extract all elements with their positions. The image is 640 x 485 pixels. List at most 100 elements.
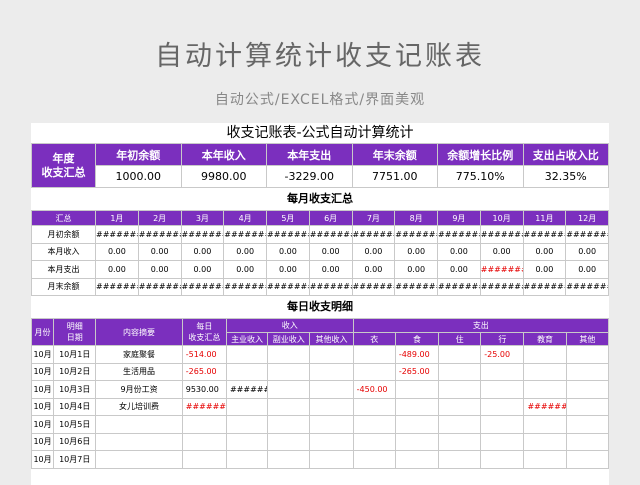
monthly-cell[interactable]: ######## [180, 225, 225, 244]
daily-cell[interactable]: 10月1日 [53, 345, 97, 364]
monthly-cell[interactable]: ######## [437, 277, 481, 296]
daily-cell[interactable] [352, 450, 396, 469]
summary-value[interactable]: 775.10% [437, 165, 524, 188]
monthly-cell[interactable]: ######## [351, 225, 396, 244]
daily-cell[interactable] [309, 432, 354, 451]
monthly-cell[interactable]: ######## [565, 277, 609, 296]
monthly-cell[interactable]: ######## [308, 225, 353, 244]
daily-cell[interactable] [309, 415, 354, 434]
summary-value[interactable]: -3229.00 [266, 165, 353, 188]
daily-cell[interactable] [225, 432, 269, 451]
daily-cell[interactable] [267, 450, 311, 469]
monthly-cell[interactable]: 0.00 [351, 260, 396, 279]
daily-cell[interactable]: 10月 [31, 397, 55, 416]
monthly-cell[interactable]: 0.00 [223, 242, 267, 261]
daily-cell[interactable]: 10月6日 [53, 432, 97, 451]
daily-cell[interactable] [394, 380, 440, 399]
daily-cell[interactable] [181, 432, 227, 451]
monthly-cell[interactable]: 0.00 [351, 242, 396, 261]
daily-cell[interactable] [394, 432, 440, 451]
daily-cell[interactable] [480, 380, 525, 399]
monthly-cell[interactable]: ######## [95, 225, 139, 244]
monthly-cell[interactable]: ######## [137, 277, 182, 296]
monthly-cell[interactable]: 0.00 [565, 242, 609, 261]
monthly-cell[interactable]: ######## [137, 225, 182, 244]
monthly-cell[interactable]: 0.00 [394, 242, 438, 261]
monthly-cell[interactable]: ######## [522, 277, 567, 296]
daily-cell[interactable] [394, 415, 440, 434]
monthly-cell[interactable]: 0.00 [565, 260, 609, 279]
daily-cell[interactable] [438, 345, 482, 364]
monthly-cell[interactable]: 0.00 [137, 242, 182, 261]
daily-cell[interactable] [352, 432, 396, 451]
monthly-cell[interactable]: 0.00 [266, 260, 310, 279]
daily-cell[interactable]: -514.00 [181, 345, 227, 364]
monthly-cell[interactable]: ######## [479, 225, 524, 244]
daily-cell[interactable] [267, 397, 311, 416]
daily-cell[interactable] [352, 415, 396, 434]
daily-cell[interactable]: 10月 [31, 415, 55, 434]
daily-cell[interactable] [352, 397, 396, 416]
monthly-cell[interactable]: ######## [180, 277, 225, 296]
daily-cell[interactable] [438, 397, 482, 416]
daily-cell[interactable] [438, 362, 482, 381]
daily-cell[interactable]: -25.00 [480, 345, 525, 364]
daily-cell[interactable] [565, 362, 609, 381]
daily-cell[interactable] [267, 362, 311, 381]
daily-cell[interactable]: 生活用品 [95, 362, 183, 381]
daily-cell[interactable]: 10月 [31, 432, 55, 451]
monthly-cell[interactable]: 0.00 [95, 242, 139, 261]
daily-cell[interactable] [309, 380, 354, 399]
daily-cell[interactable]: -265.00 [394, 362, 440, 381]
daily-cell[interactable] [225, 450, 269, 469]
daily-cell[interactable] [565, 397, 609, 416]
monthly-cell[interactable]: ######## [394, 225, 438, 244]
daily-cell[interactable] [565, 450, 609, 469]
daily-cell[interactable] [95, 450, 183, 469]
daily-cell[interactable] [181, 450, 227, 469]
monthly-cell[interactable]: ######## [522, 225, 567, 244]
monthly-cell[interactable]: 0.00 [308, 242, 353, 261]
daily-cell[interactable] [480, 450, 525, 469]
monthly-cell[interactable]: ######## [437, 225, 481, 244]
daily-cell[interactable] [565, 415, 609, 434]
daily-cell[interactable] [309, 345, 354, 364]
monthly-cell[interactable]: 0.00 [223, 260, 267, 279]
daily-cell[interactable] [352, 362, 396, 381]
daily-cell[interactable] [181, 415, 227, 434]
monthly-cell[interactable]: 0.00 [137, 260, 182, 279]
monthly-cell[interactable]: ######## [223, 277, 267, 296]
daily-cell[interactable] [523, 450, 567, 469]
daily-cell[interactable]: -489.00 [394, 345, 440, 364]
summary-value[interactable]: 32.35% [522, 165, 609, 188]
daily-cell[interactable] [565, 432, 609, 451]
summary-value[interactable]: 9980.00 [180, 165, 267, 188]
daily-cell[interactable] [438, 415, 482, 434]
daily-cell[interactable] [394, 397, 440, 416]
daily-cell[interactable]: 10月 [31, 362, 55, 381]
daily-cell[interactable]: 10月4日 [53, 397, 97, 416]
daily-cell[interactable]: 10月5日 [53, 415, 97, 434]
daily-cell[interactable] [480, 432, 525, 451]
daily-cell[interactable] [225, 415, 269, 434]
daily-cell[interactable] [225, 345, 269, 364]
monthly-cell[interactable]: 0.00 [522, 260, 567, 279]
daily-cell[interactable] [267, 432, 311, 451]
monthly-cell[interactable]: ######## [394, 277, 438, 296]
daily-cell[interactable]: 9530.00 [181, 380, 227, 399]
monthly-cell[interactable]: ######## [266, 225, 310, 244]
daily-cell[interactable] [523, 380, 567, 399]
daily-cell[interactable]: -450.00 [352, 380, 396, 399]
monthly-cell[interactable]: 0.00 [522, 242, 567, 261]
monthly-cell[interactable]: ######## [565, 225, 609, 244]
monthly-cell[interactable]: 0.00 [266, 242, 310, 261]
daily-cell[interactable] [267, 345, 311, 364]
daily-cell[interactable] [267, 415, 311, 434]
daily-cell[interactable] [309, 362, 354, 381]
monthly-cell[interactable]: ######## [95, 277, 139, 296]
daily-cell[interactable]: 9月份工资 [95, 380, 183, 399]
daily-cell[interactable]: 10月2日 [53, 362, 97, 381]
daily-cell[interactable]: 10月 [31, 450, 55, 469]
monthly-cell[interactable]: 0.00 [308, 260, 353, 279]
monthly-cell[interactable]: 0.00 [437, 260, 481, 279]
